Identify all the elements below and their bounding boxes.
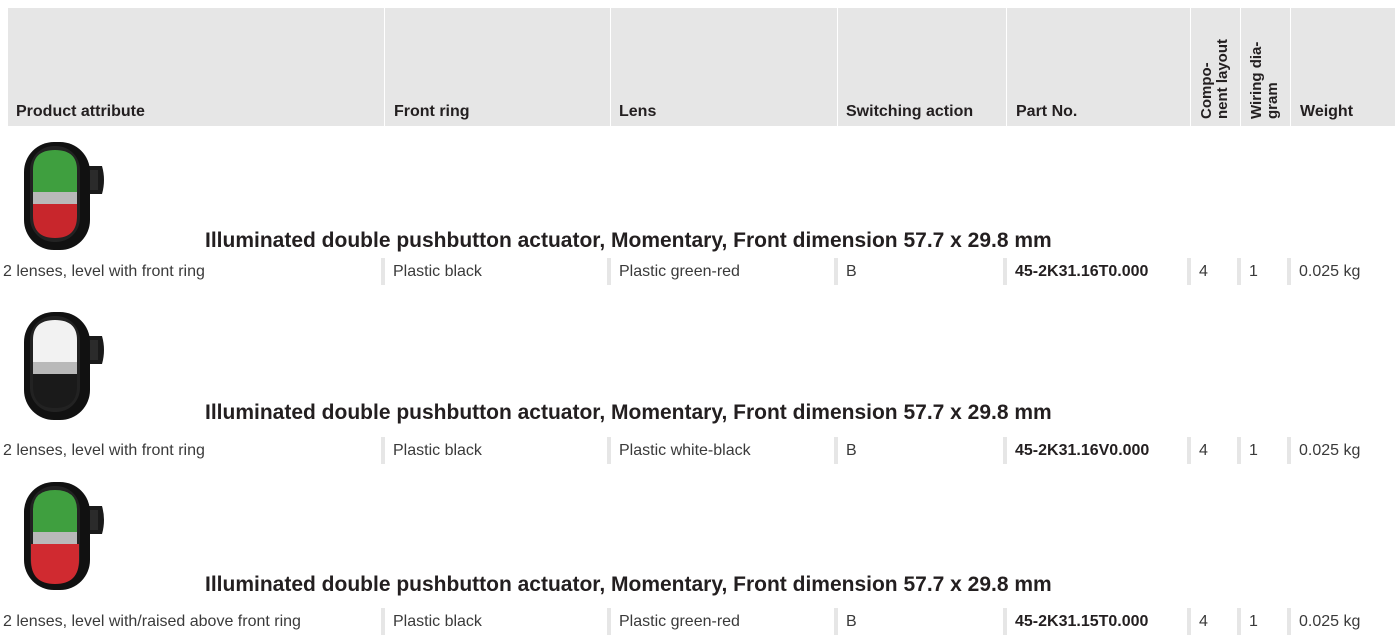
cell-front-ring: Plastic black [385,608,607,635]
header-weight: Weight [1300,103,1354,120]
table-row: 2 lenses, level with/raised above front … [0,608,1395,635]
cell-wiring-diagram: 1 [1241,437,1287,464]
cell-front-ring: Plastic black [385,437,607,464]
product-title: Illuminated double pushbutton actuator, … [205,573,1052,596]
header-component-layout-line2: nent layout [1214,38,1231,119]
pushbutton-green-red-icon [20,136,110,256]
cell-lens: Plastic white-black [611,437,834,464]
pushbutton-green-red-raised-icon [20,476,110,596]
cell-switching-action: B [838,258,1003,285]
cell-front-ring: Plastic black [385,258,607,285]
cell-product-attribute: 2 lenses, level with front ring [0,258,381,285]
cell-wiring-diagram: 1 [1241,258,1287,285]
header-lens: Lens [619,103,657,120]
header-divider [1190,8,1191,126]
header-wiring-diagram-line1: Wiring dia- [1248,41,1265,119]
header-wiring-diagram-line2: gram [1264,82,1281,119]
pushbutton-white-black-icon [20,306,110,426]
cell-component-layout: 4 [1191,258,1237,285]
table-row: 2 lenses, level with front ring Plastic … [0,258,1395,285]
cell-product-attribute: 2 lenses, level with/raised above front … [0,608,381,635]
cell-switching-action: B [838,608,1003,635]
header-switching-action: Switching action [846,103,974,120]
table-row: 2 lenses, level with front ring Plastic … [0,437,1395,464]
cell-weight: 0.025 kg [1291,258,1395,285]
header-divider [837,8,838,126]
header-divider [1290,8,1291,126]
cell-product-attribute: 2 lenses, level with front ring [0,437,381,464]
header-divider [610,8,611,126]
cell-wiring-diagram: 1 [1241,608,1287,635]
cell-part-no: 45-2K31.15T0.000 [1007,608,1187,635]
cell-weight: 0.025 kg [1291,608,1395,635]
header-part-no: Part No. [1016,103,1078,120]
cell-component-layout: 4 [1191,437,1237,464]
product-title: Illuminated double pushbutton actuator, … [205,401,1052,424]
product-title: Illuminated double pushbutton actuator, … [205,229,1052,252]
table-header [8,8,1395,126]
cell-lens: Plastic green-red [611,608,834,635]
cell-part-no: 45-2K31.16V0.000 [1007,437,1187,464]
header-divider [384,8,385,126]
header-divider [1006,8,1007,126]
cell-lens: Plastic green-red [611,258,834,285]
cell-switching-action: B [838,437,1003,464]
header-product-attribute: Product attribute [16,103,145,120]
header-divider [1240,8,1241,126]
cell-weight: 0.025 kg [1291,437,1395,464]
cell-component-layout: 4 [1191,608,1237,635]
cell-part-no: 45-2K31.16T0.000 [1007,258,1187,285]
header-front-ring: Front ring [394,103,470,120]
header-component-layout-line1: Compo- [1198,62,1215,119]
